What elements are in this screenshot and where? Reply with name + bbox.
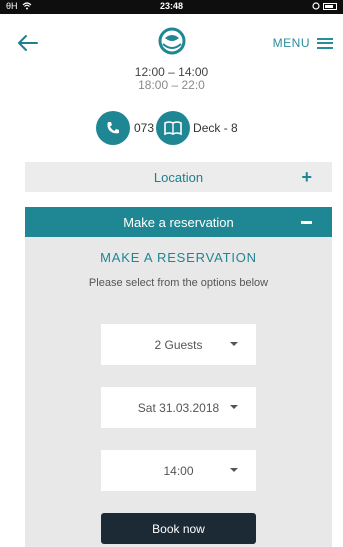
location-label: Location: [153, 169, 204, 185]
reservation-bar-label: Make a reservation: [123, 214, 234, 230]
expand-plus-icon: +: [301, 167, 312, 187]
caret-down-icon: [230, 405, 238, 409]
status-right: [312, 2, 337, 10]
battery-icon: [323, 2, 337, 10]
contact-row: 073 Deck - 8: [96, 111, 238, 145]
reservation-accordion[interactable]: Make a reservation: [25, 207, 332, 237]
restaurant-logo-icon: [157, 26, 187, 56]
hours-line-2: 18:00 – 22:0: [138, 78, 205, 92]
time-value: 14:00: [163, 463, 194, 478]
caret-down-icon: [230, 468, 238, 472]
location-accordion[interactable]: Location +: [25, 162, 332, 192]
book-icon: [156, 111, 191, 145]
status-time: 23:48: [159, 1, 184, 11]
guests-value: 2 Guests: [154, 337, 203, 352]
date-select[interactable]: Sat 31.03.2018: [101, 387, 256, 428]
menu-label: MENU: [272, 36, 310, 50]
reservation-subtitle: Please select from the options below: [88, 277, 269, 289]
menu-button[interactable]: MENU: [273, 36, 333, 50]
status-bar: θH 23:48: [0, 0, 343, 14]
caret-down-icon: [230, 342, 238, 346]
date-value: Sat 31.03.2018: [137, 400, 220, 415]
time-select[interactable]: 14:00: [101, 450, 256, 491]
phone-icon[interactable]: [96, 111, 130, 145]
reservation-title: MAKE A RESERVATION: [100, 250, 257, 265]
opening-hours: 12:00 – 14:00 18:00 – 22:0: [0, 66, 343, 92]
book-now-button[interactable]: Book now: [101, 513, 256, 544]
hamburger-menu-icon: [317, 37, 333, 49]
back-arrow-icon[interactable]: [16, 33, 40, 53]
phone-number[interactable]: 073: [134, 121, 154, 135]
alarm-icon: [312, 2, 320, 10]
deck-label: Deck - 8: [193, 121, 238, 135]
collapse-minus-icon: [301, 221, 312, 224]
guests-select[interactable]: 2 Guests: [101, 324, 256, 365]
reservation-panel: MAKE A RESERVATION Please select from th…: [25, 237, 332, 547]
